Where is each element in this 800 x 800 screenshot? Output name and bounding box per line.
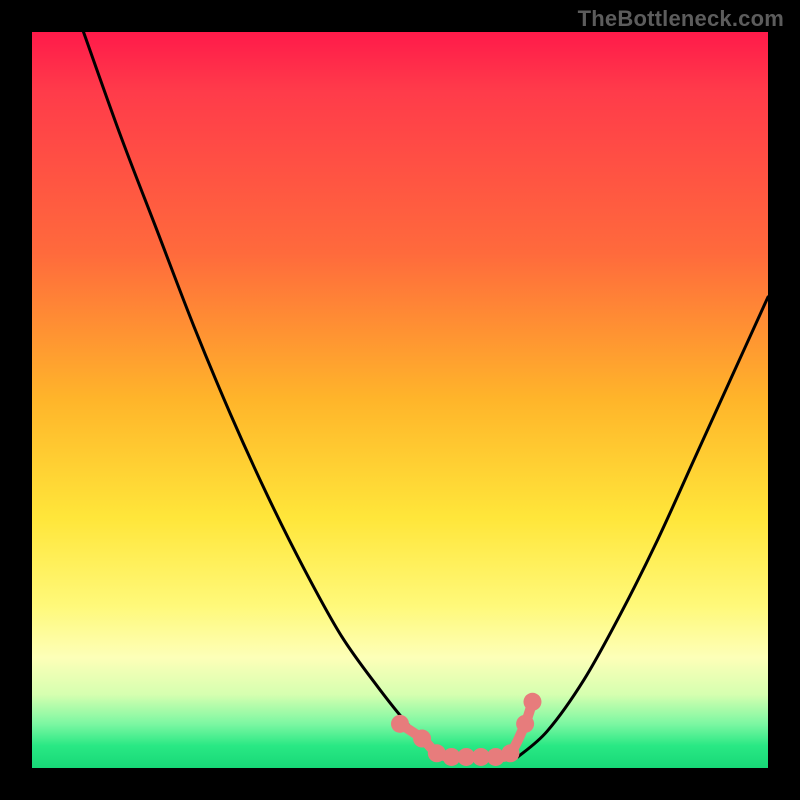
marker-dot [501, 744, 519, 762]
watermark-text: TheBottleneck.com [578, 6, 784, 32]
marker-dot [516, 715, 534, 733]
chart-svg [32, 32, 768, 768]
right-curve [518, 297, 768, 757]
chart-frame: TheBottleneck.com [0, 0, 800, 800]
plot-area [32, 32, 768, 768]
marker-dot [391, 715, 409, 733]
curve-layer [84, 32, 768, 757]
left-curve [84, 32, 459, 757]
marker-dot [413, 730, 431, 748]
marker-dot [523, 693, 541, 711]
marker-layer [391, 693, 541, 766]
